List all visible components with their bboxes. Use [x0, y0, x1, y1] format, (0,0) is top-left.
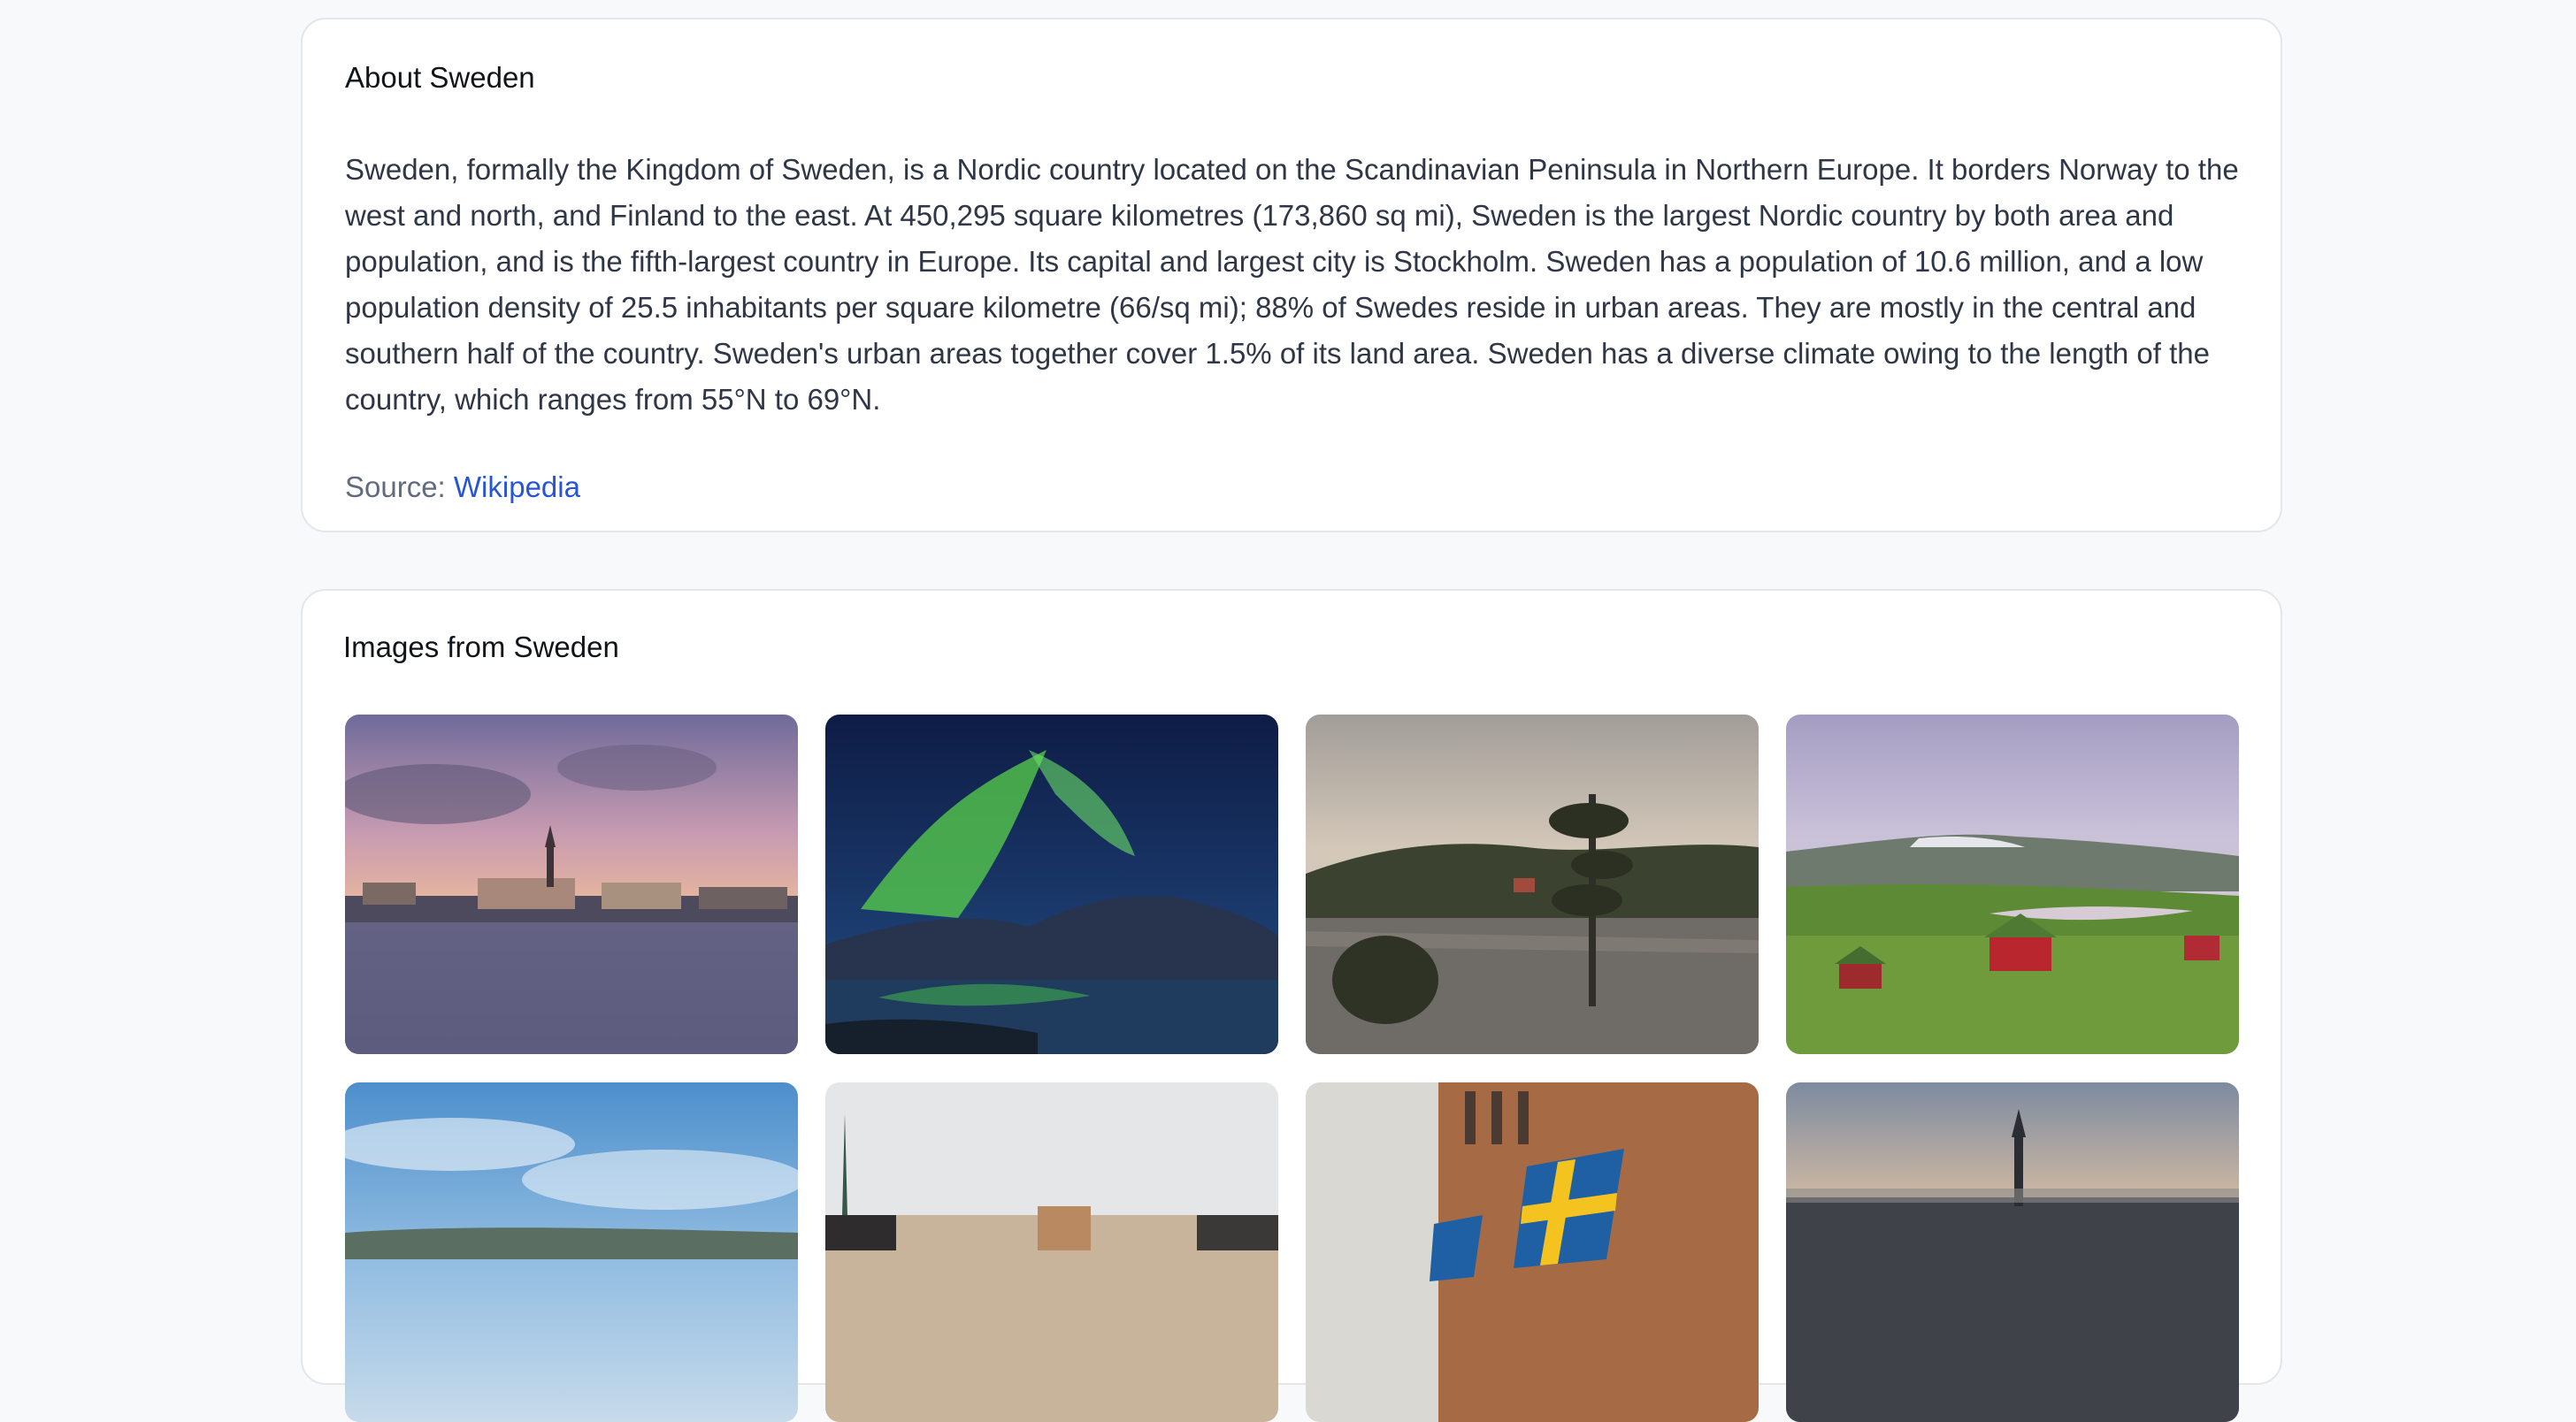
photo-old-town[interactable]: [825, 1082, 1278, 1422]
about-text: Sweden, formally the Kingdom of Sweden, …: [345, 153, 2239, 416]
photo-stockholm-dusk[interactable]: [1786, 1082, 2239, 1422]
about-title: About Sweden: [345, 61, 535, 94]
source-label: Source:: [345, 470, 446, 503]
photo-blue-sky[interactable]: [345, 1082, 798, 1422]
images-title: Images from Sweden: [343, 631, 619, 663]
photo-stockholm-sunset[interactable]: [345, 715, 798, 1054]
about-card: About Sweden Sweden, formally the Kingdo…: [301, 18, 2282, 532]
wikipedia-link[interactable]: Wikipedia: [454, 470, 580, 503]
photo-swedish-flags[interactable]: [1306, 1082, 1759, 1422]
photo-red-cabins[interactable]: [1786, 715, 2239, 1054]
photo-lake-pine[interactable]: [1306, 715, 1759, 1054]
photo-northern-lights[interactable]: [825, 715, 1278, 1054]
source-line: Source: Wikipedia: [345, 467, 580, 508]
